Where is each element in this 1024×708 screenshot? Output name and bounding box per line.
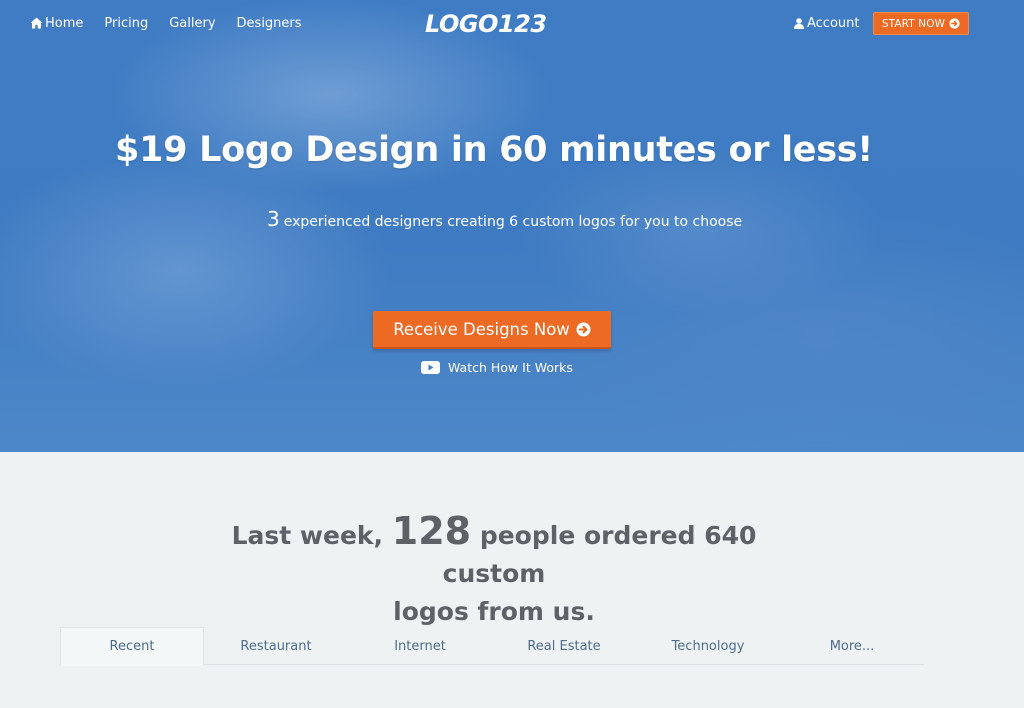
start-now-label: START NOW xyxy=(881,17,946,30)
nav-gallery[interactable]: Gallery xyxy=(169,13,215,33)
home-icon xyxy=(30,17,43,29)
tab-more[interactable]: More... xyxy=(780,627,924,665)
arrow-circle-icon xyxy=(949,18,960,29)
watch-video-link[interactable]: Watch How It Works xyxy=(421,358,573,376)
hero-subtitle: 3 experienced designers creating 6 custo… xyxy=(267,207,742,231)
watch-video-label: Watch How It Works xyxy=(448,359,573,375)
designer-count: 3 xyxy=(267,207,280,231)
tab-restaurant[interactable]: Restaurant xyxy=(204,627,348,665)
nav-home-label: Home xyxy=(45,15,84,31)
stats-prefix: Last week, xyxy=(231,521,384,550)
nav-designers[interactable]: Designers xyxy=(237,13,302,33)
hero-section: Home Pricing Gallery Designers LOGO123 A… xyxy=(0,0,1024,452)
play-video-icon xyxy=(421,360,440,374)
tab-internet[interactable]: Internet xyxy=(348,627,492,665)
stats-suffix: people ordered 640 custom xyxy=(442,521,757,588)
stats-line2: logos from us. xyxy=(393,597,595,626)
tab-technology[interactable]: Technology xyxy=(636,627,780,665)
receive-designs-label: Receive Designs Now xyxy=(393,319,570,339)
nav-pricing[interactable]: Pricing xyxy=(104,13,148,33)
arrow-circle-icon xyxy=(576,322,591,336)
order-stats: Last week, 128 people ordered 640 custom… xyxy=(210,512,778,631)
account-label: Account xyxy=(807,15,860,31)
svg-text:LOGO123: LOGO123 xyxy=(425,10,547,36)
hero-subtitle-text: experienced designers creating 6 custom … xyxy=(283,214,743,230)
hero-title: $19 Logo Design in 60 minutes or less! xyxy=(115,130,873,170)
tab-real-estate[interactable]: Real Estate xyxy=(492,627,636,665)
category-tabs: Recent Restaurant Internet Real Estate T… xyxy=(60,627,924,666)
receive-designs-button[interactable]: Receive Designs Now xyxy=(373,311,611,349)
stats-count: 128 xyxy=(391,509,472,553)
account-link[interactable]: Account xyxy=(794,13,860,33)
site-logo[interactable]: LOGO123 xyxy=(423,10,569,36)
main-nav: Home Pricing Gallery Designers xyxy=(30,13,323,33)
user-icon xyxy=(794,17,804,29)
tab-recent[interactable]: Recent xyxy=(60,627,204,666)
start-now-button[interactable]: START NOW xyxy=(873,12,969,35)
nav-home[interactable]: Home xyxy=(30,13,83,33)
